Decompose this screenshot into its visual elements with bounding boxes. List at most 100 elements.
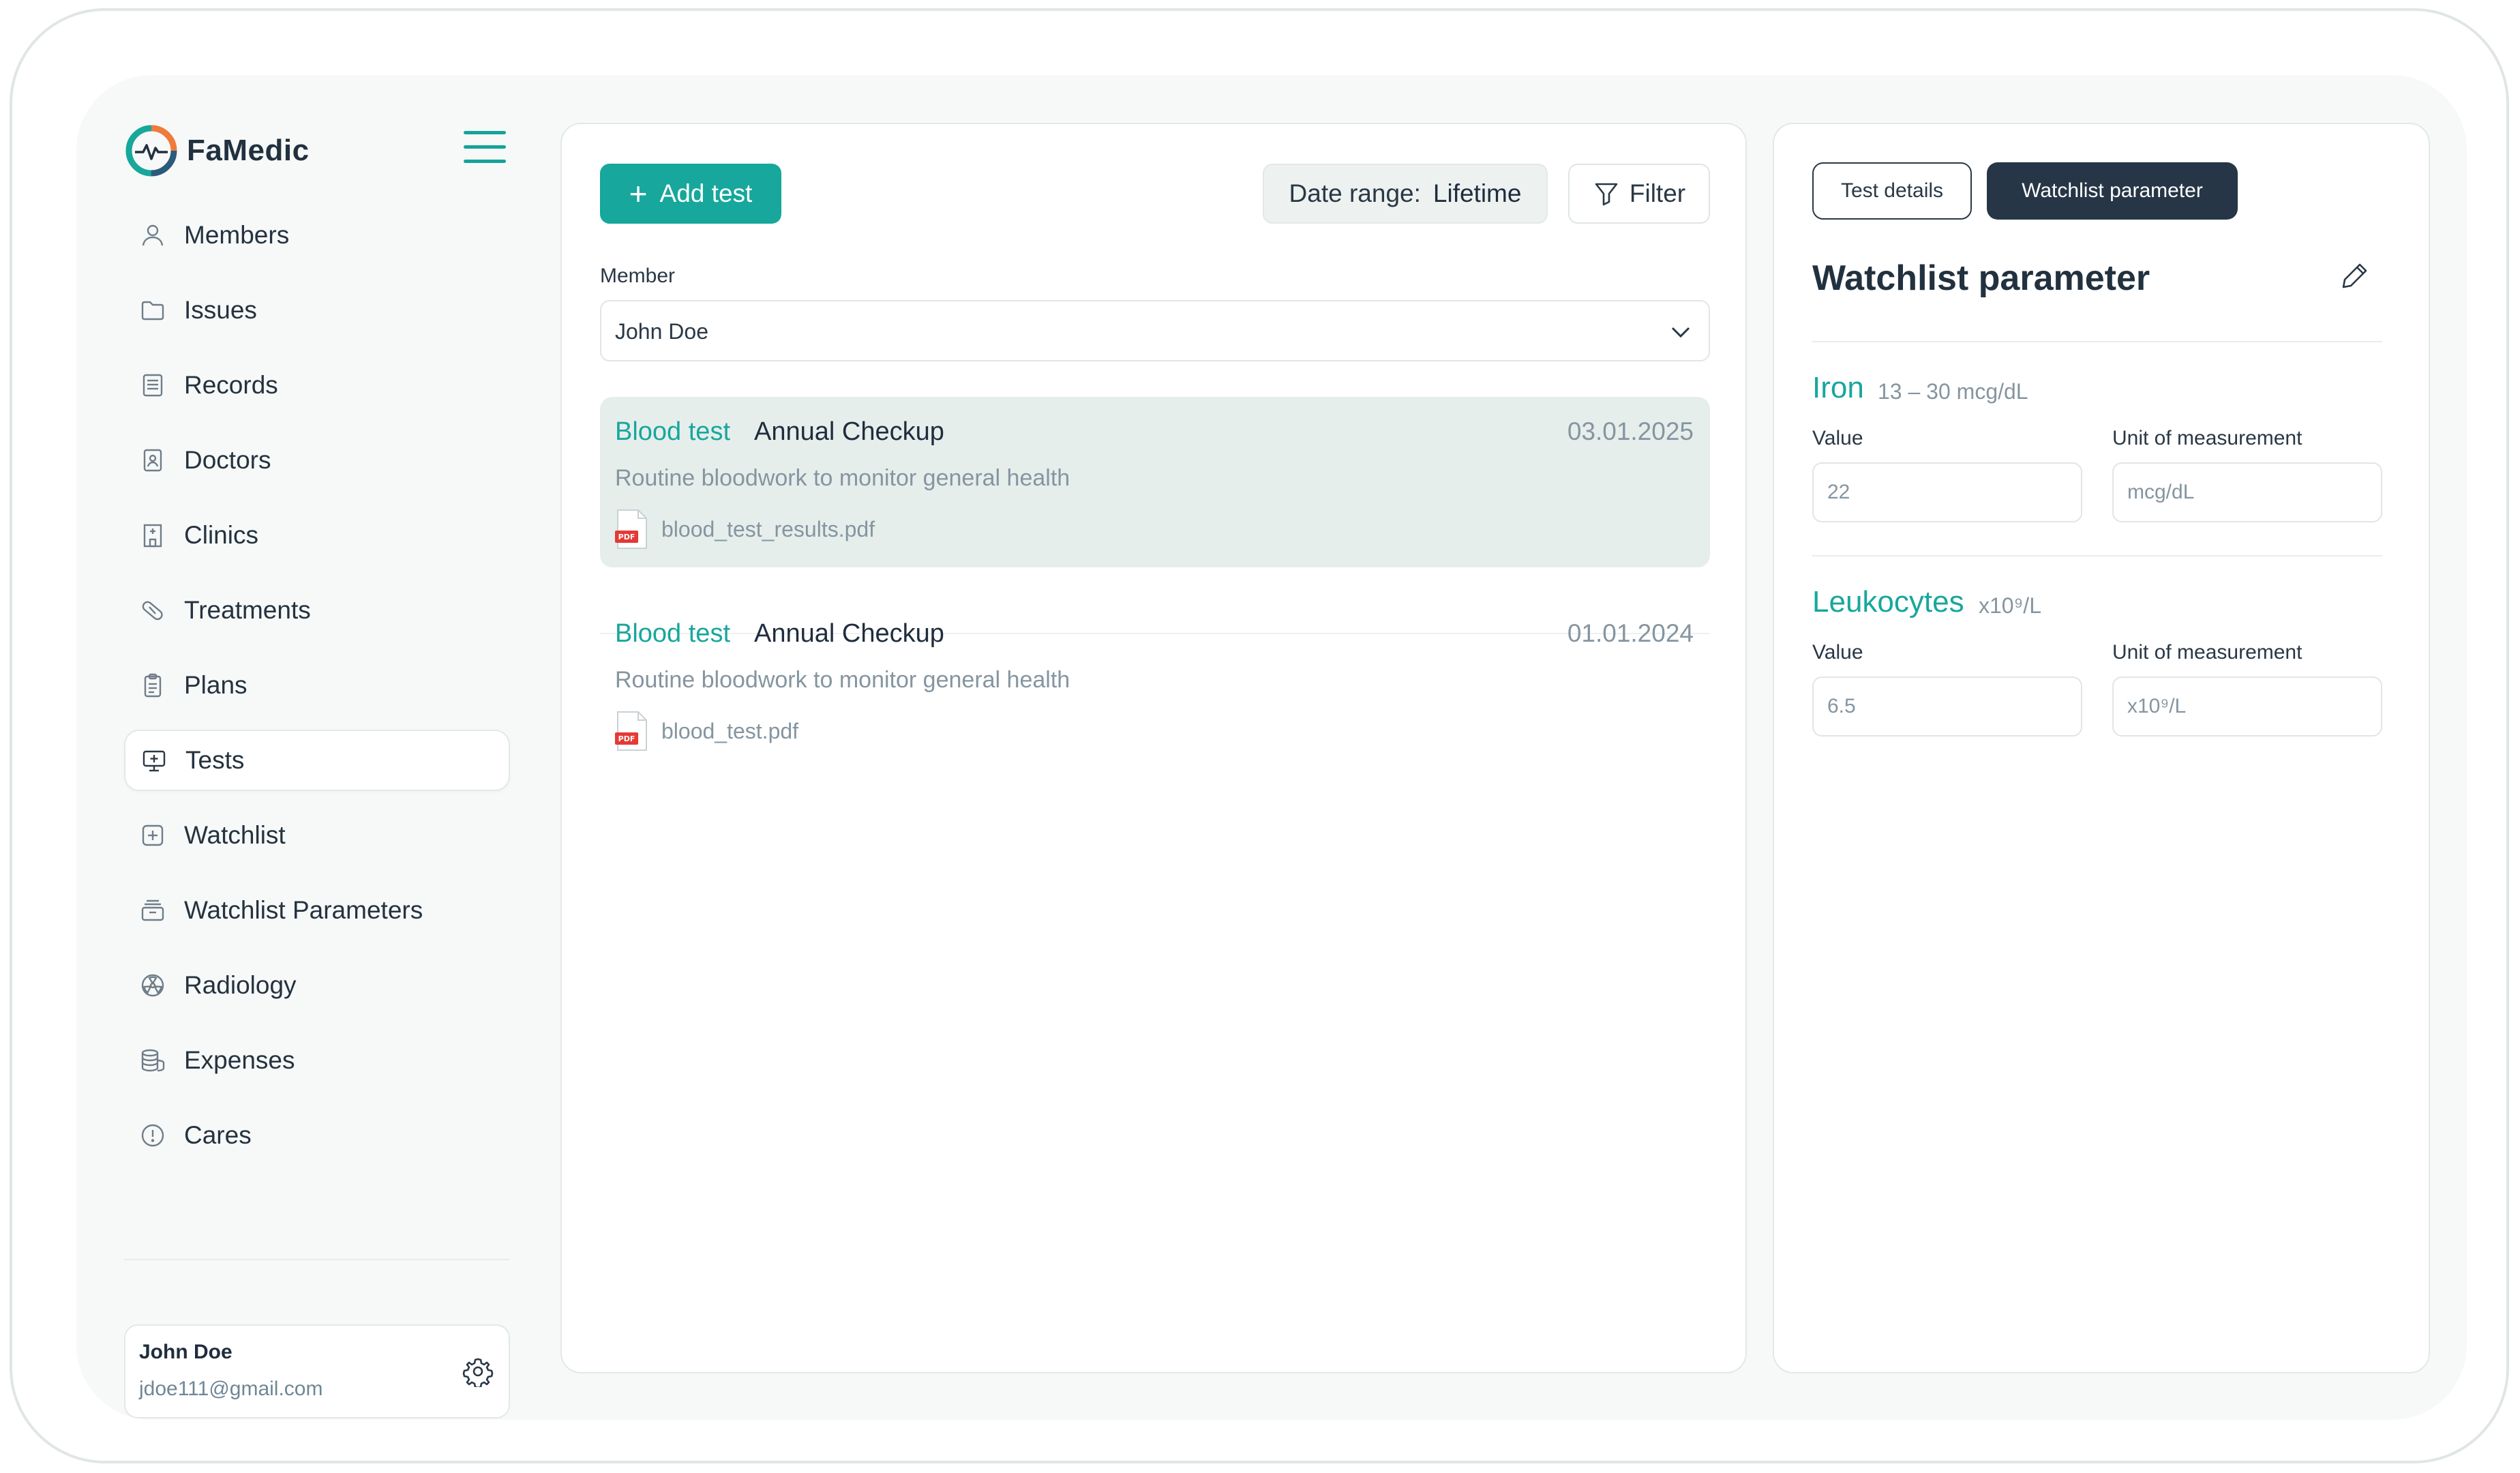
member-select[interactable]: John Doe — [600, 300, 1710, 361]
device-frame: FaMedic Members Issues Records Doctors C… — [10, 8, 2509, 1463]
coins-icon — [138, 1045, 168, 1075]
member-label: Member — [600, 265, 676, 287]
monitor-plus-icon — [139, 745, 169, 775]
sidebar-item-label: Tests — [185, 746, 245, 774]
date-range-label: Date range: — [1289, 179, 1421, 207]
sidebar-item-members[interactable]: Members — [124, 205, 510, 266]
test-date: 01.01.2024 — [1567, 619, 1694, 647]
pill-icon — [138, 595, 168, 625]
sidebar-item-label: Clinics — [184, 521, 258, 549]
param-name: Leukocytes — [1812, 585, 1964, 619]
sidebar-item-doctors[interactable]: Doctors — [124, 430, 510, 491]
test-description: Routine bloodwork to monitor general hea… — [615, 465, 1070, 491]
plus-icon: + — [629, 176, 648, 211]
document-icon — [138, 370, 168, 400]
member-selected-value: John Doe — [615, 319, 708, 344]
sidebar-item-label: Records — [184, 371, 278, 399]
doctor-badge-icon — [138, 445, 168, 475]
date-range-button[interactable]: Date range: Lifetime — [1263, 164, 1548, 224]
sidebar: FaMedic Members Issues Records Doctors C… — [124, 123, 510, 1418]
filter-label: Filter — [1629, 179, 1686, 207]
svg-text:PDF: PDF — [618, 533, 635, 541]
sidebar-nav: Members Issues Records Doctors Clinics T… — [124, 205, 510, 1180]
param-range: 13 – 30 mcg/dL — [1878, 379, 2028, 404]
test-type: Blood test — [615, 619, 730, 648]
test-name: Annual Checkup — [754, 417, 944, 446]
sidebar-item-plans[interactable]: Plans — [124, 655, 510, 716]
test-attachment[interactable]: PDF blood_test_results.pdf — [615, 509, 875, 550]
svg-text:PDF: PDF — [618, 734, 635, 743]
date-range-value: Lifetime — [1432, 179, 1522, 207]
sidebar-item-radiology[interactable]: Radiology — [124, 955, 510, 1016]
clipboard-icon — [138, 670, 168, 700]
sidebar-item-label: Plans — [184, 671, 247, 699]
param-range: x10⁹/L — [1979, 593, 2041, 618]
sidebar-item-clinics[interactable]: Clinics — [124, 505, 510, 566]
sidebar-divider — [124, 1259, 510, 1260]
unit-input[interactable]: x10⁹/L — [2112, 676, 2382, 736]
logo: FaMedic — [124, 123, 310, 179]
sidebar-item-label: Cares — [184, 1121, 252, 1149]
menu-toggle-icon[interactable] — [464, 131, 506, 166]
radiation-icon — [138, 970, 168, 1000]
add-test-button[interactable]: + Add test — [600, 164, 781, 224]
test-file-name[interactable]: blood_test_results.pdf — [661, 517, 875, 542]
logo-icon — [125, 125, 177, 177]
edit-icon[interactable] — [2340, 261, 2373, 293]
test-description: Routine bloodwork to monitor general hea… — [615, 667, 1070, 693]
unit-label: Unit of measurement — [2112, 641, 2302, 664]
sidebar-item-label: Members — [184, 221, 290, 249]
sidebar-item-label: Doctors — [184, 446, 271, 474]
section-divider — [1812, 341, 2382, 342]
value-input[interactable]: 22 — [1812, 462, 2082, 522]
section-divider — [1812, 555, 2382, 556]
test-name: Annual Checkup — [754, 619, 944, 648]
test-list-item[interactable]: Blood test Annual Checkup 03.01.2025 Rou… — [600, 397, 1710, 567]
details-panel: Test details Watchlist parameter Watchli… — [1773, 123, 2430, 1373]
tab-watchlist-parameter[interactable]: Watchlist parameter — [1987, 162, 2238, 220]
unit-input[interactable]: mcg/dL — [2112, 462, 2382, 522]
sidebar-item-treatments[interactable]: Treatments — [124, 580, 510, 641]
test-type: Blood test — [615, 417, 730, 446]
filter-icon — [1595, 183, 1618, 206]
sidebar-item-label: Radiology — [184, 971, 297, 999]
alert-circle-icon — [138, 1120, 168, 1150]
hospital-icon — [138, 520, 168, 550]
sidebar-item-tests[interactable]: Tests — [124, 730, 510, 791]
gear-icon[interactable] — [462, 1356, 494, 1387]
app-name: FaMedic — [187, 134, 310, 167]
tests-panel: + Add test Date range: Lifetime Filter M… — [560, 123, 1747, 1373]
user-email: jdoe111@gmail.com — [139, 1378, 323, 1400]
filter-button[interactable]: Filter — [1568, 164, 1710, 224]
test-list-item[interactable]: Blood test Annual Checkup 01.01.2024 Rou… — [600, 599, 1710, 769]
tab-test-details[interactable]: Test details — [1812, 162, 1972, 220]
value-label: Value — [1812, 641, 1863, 664]
add-test-label: Add test — [659, 179, 753, 207]
sidebar-item-records[interactable]: Records — [124, 355, 510, 416]
param-name: Iron — [1812, 371, 1864, 404]
sidebar-item-label: Treatments — [184, 596, 311, 624]
sidebar-item-watchlist[interactable]: Watchlist — [124, 805, 510, 866]
test-attachment[interactable]: PDF blood_test.pdf — [615, 711, 798, 752]
test-file-name[interactable]: blood_test.pdf — [661, 719, 798, 744]
user-name: John Doe — [139, 1341, 232, 1363]
panel-title: Watchlist parameter — [1812, 258, 2150, 298]
sidebar-item-expenses[interactable]: Expenses — [124, 1030, 510, 1091]
sidebar-item-label: Expenses — [184, 1046, 295, 1074]
value-input[interactable]: 6.5 — [1812, 676, 2082, 736]
watchlist-icon — [138, 820, 168, 850]
sidebar-item-label: Watchlist — [184, 821, 286, 849]
pdf-file-icon: PDF — [615, 711, 647, 751]
sidebar-item-cares[interactable]: Cares — [124, 1105, 510, 1166]
sidebar-item-label: Issues — [184, 296, 257, 324]
sidebar-item-issues[interactable]: Issues — [124, 280, 510, 341]
app-screen: FaMedic Members Issues Records Doctors C… — [76, 75, 2467, 1420]
pdf-file-icon: PDF — [615, 509, 647, 549]
sidebar-item-label: Watchlist Parameters — [184, 896, 423, 924]
unit-label: Unit of measurement — [2112, 427, 2302, 449]
archive-icon — [138, 895, 168, 925]
value-label: Value — [1812, 427, 1863, 449]
user-card[interactable]: John Doe jdoe111@gmail.com — [124, 1324, 510, 1418]
sidebar-item-watchlist-parameters[interactable]: Watchlist Parameters — [124, 880, 510, 941]
chevron-down-icon — [1671, 327, 1690, 338]
